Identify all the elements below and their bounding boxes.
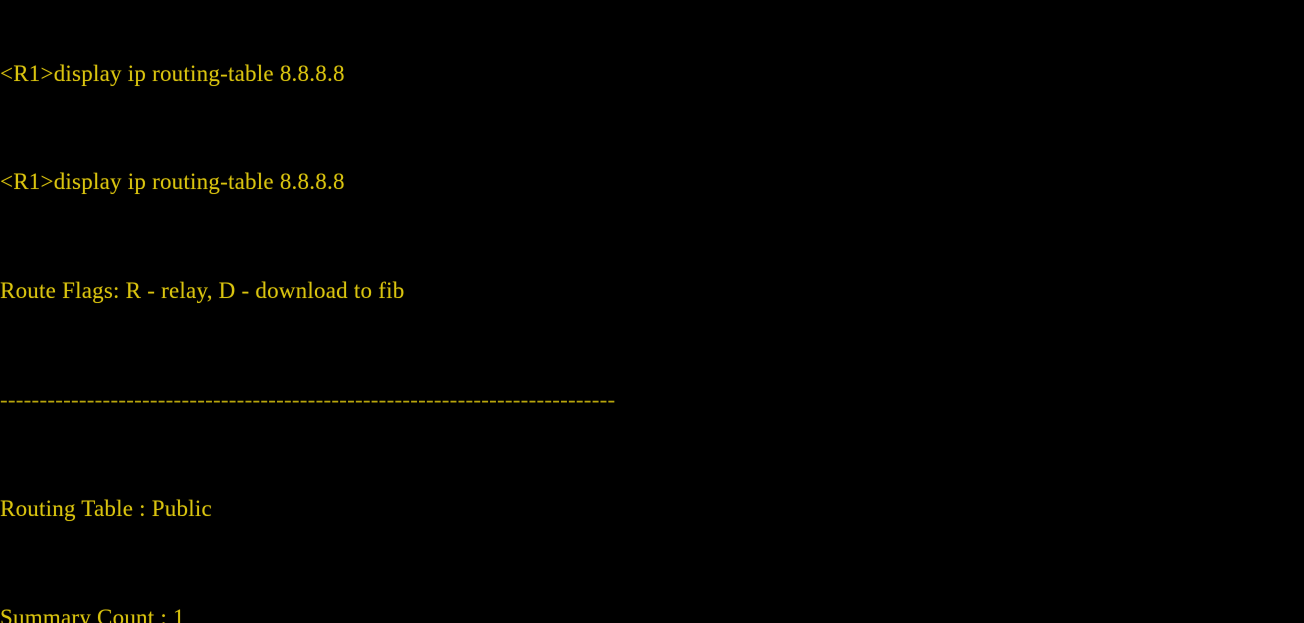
command-line-display-routing-table-clipped: <R1>display ip routing-table 8.8.8.8: [0, 60, 345, 86]
routing-table-name: Routing Table : Public: [0, 495, 212, 521]
terminal-output: <R1>display ip routing-table 8.8.8.8 <R1…: [0, 0, 1304, 623]
command-line-display-routing-table: <R1>display ip routing-table 8.8.8.8: [0, 169, 345, 195]
terminal-screen[interactable]: <R1>display ip routing-table 8.8.8.8 <R1…: [0, 0, 1304, 623]
table-separator-rule: ----------------------------------------…: [0, 386, 1304, 413]
route-flags-legend: Route Flags: R - relay, D - download to …: [0, 278, 405, 304]
separator-dashes: ----------------------------------------…: [0, 387, 616, 412]
routing-summary-count: Summary Count : 1: [0, 604, 185, 623]
